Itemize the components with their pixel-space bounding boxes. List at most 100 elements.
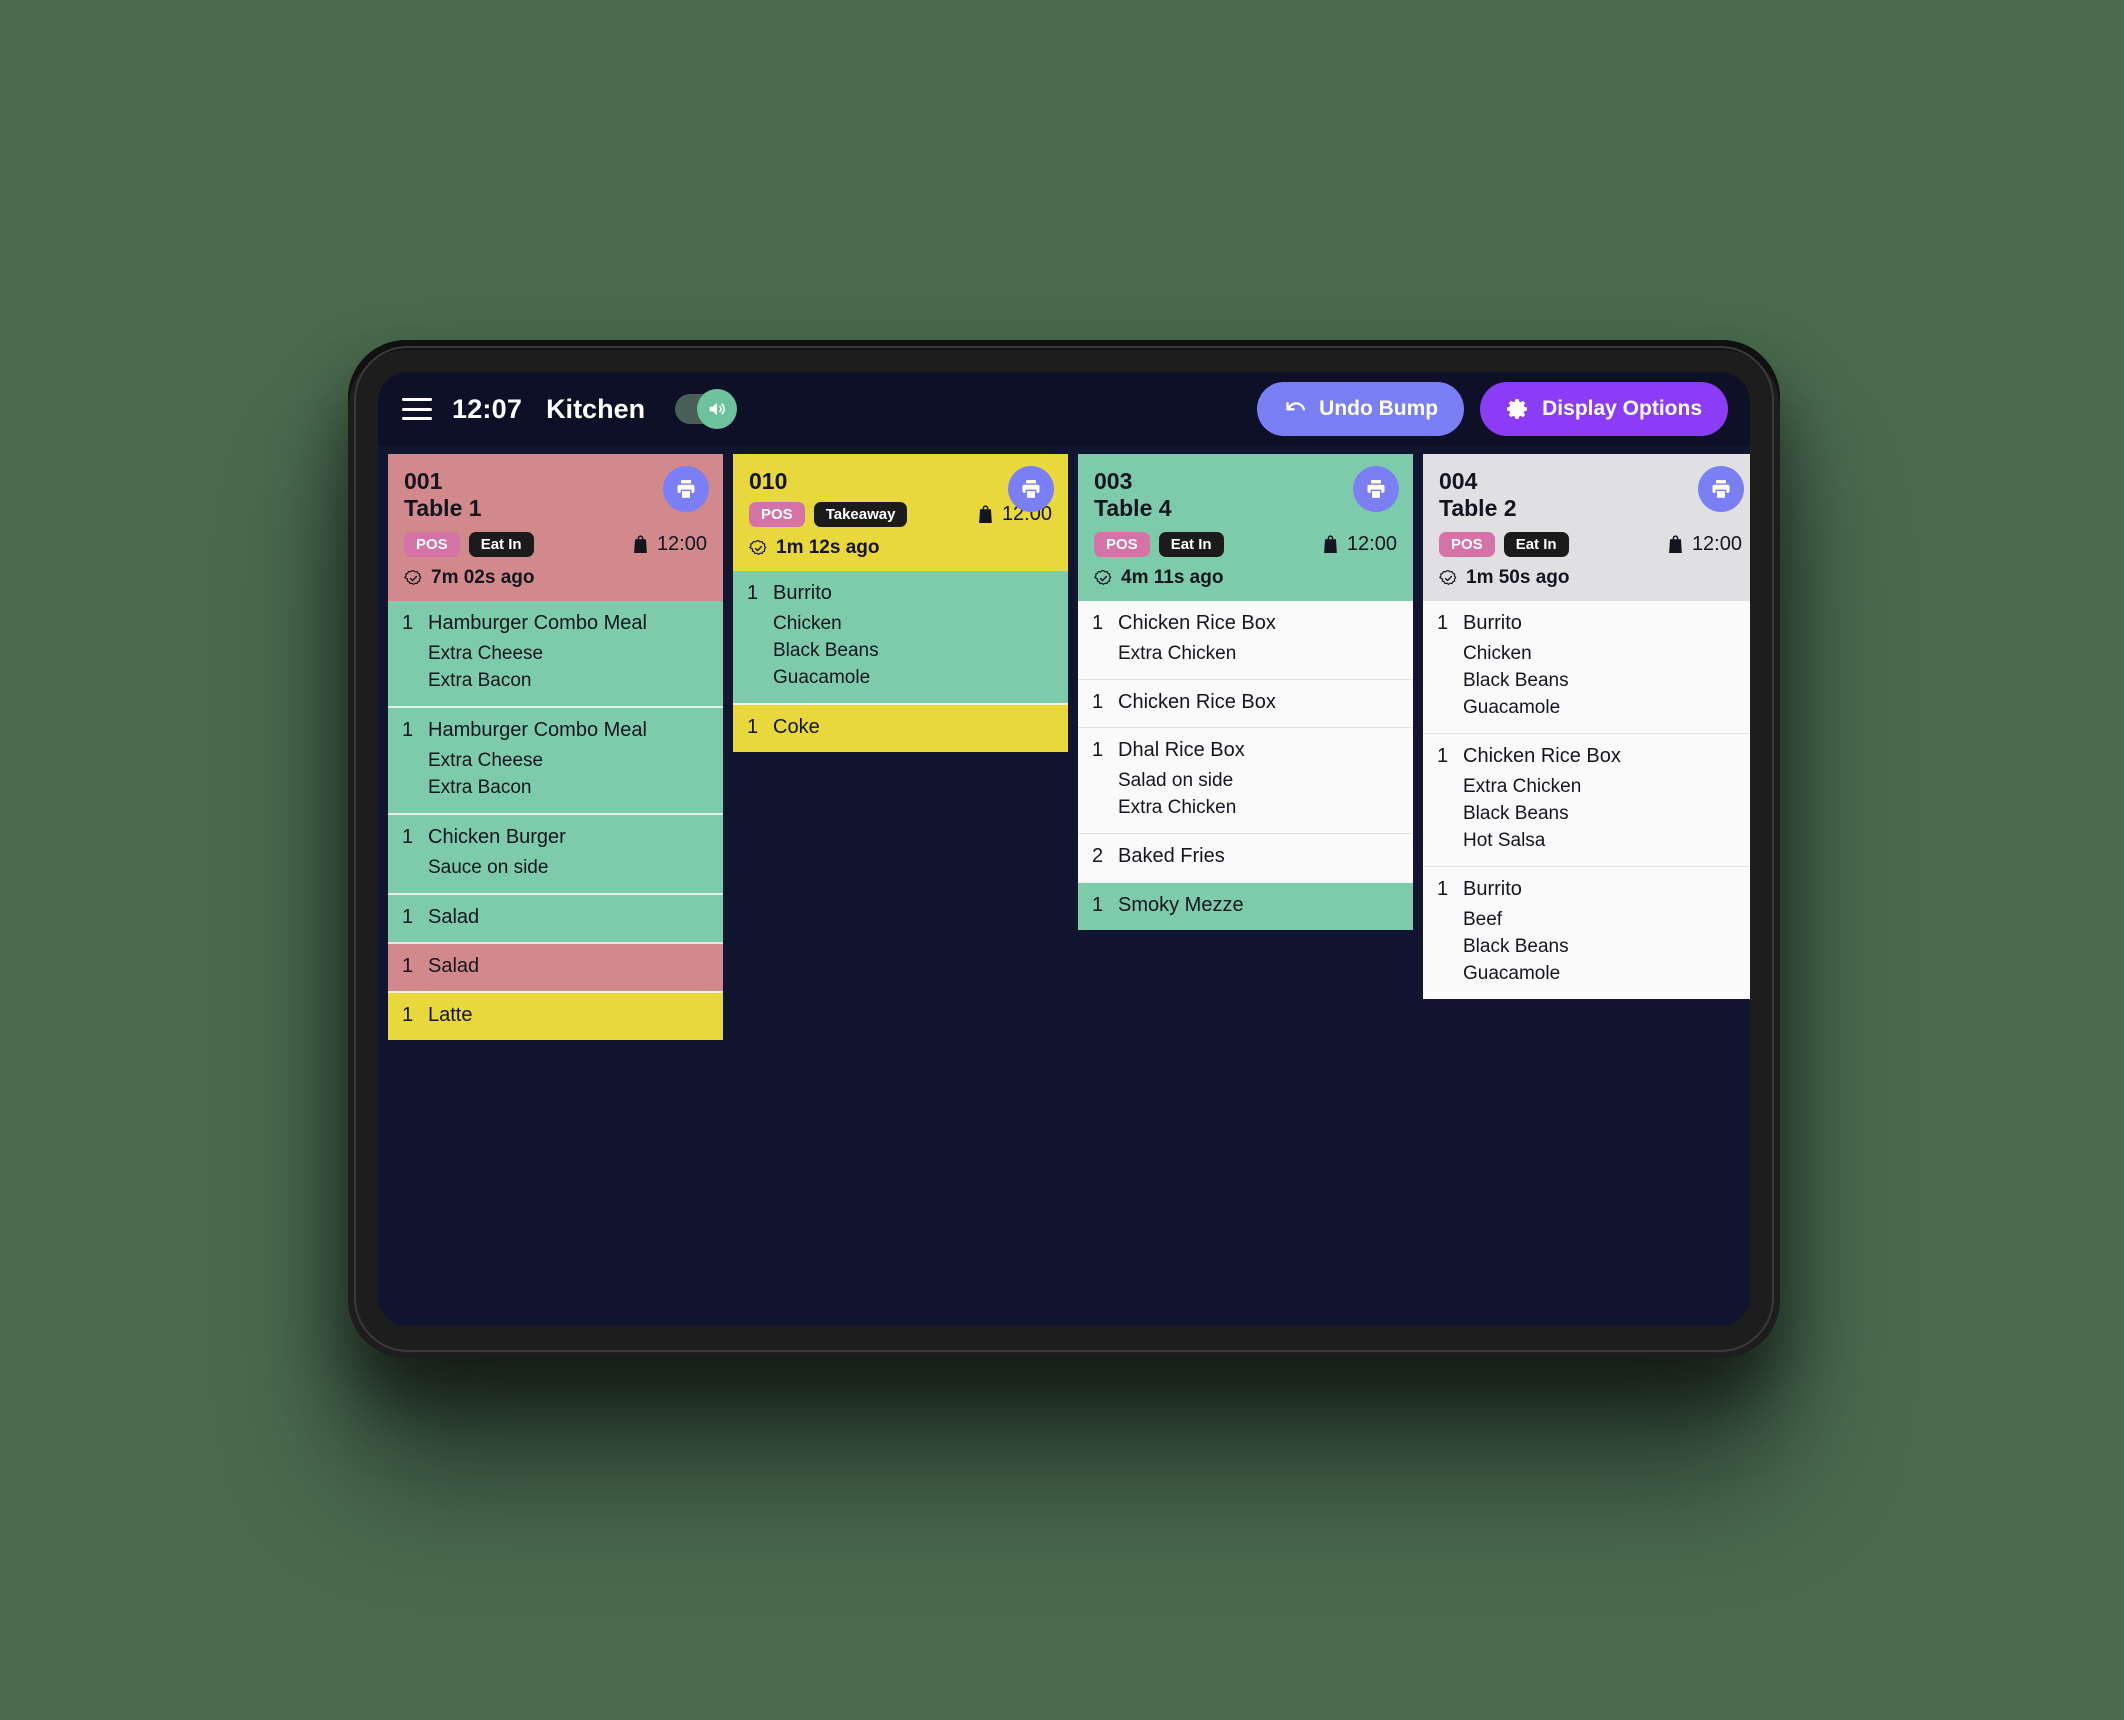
bag-icon (1669, 535, 1682, 554)
order-item-modifier: Salad on side (1118, 770, 1234, 792)
display-options-button[interactable]: Display Options (1480, 382, 1728, 436)
elapsed-seal-icon (1439, 569, 1457, 585)
order-item-qty: 1 (402, 906, 414, 929)
order-item-modifier: Guacamole (1463, 963, 1561, 985)
print-order-button[interactable] (1698, 466, 1744, 512)
order-elapsed-time: 1m 12s ago (749, 537, 1052, 559)
bag-icon (979, 505, 992, 524)
order-item[interactable]: 2 Baked Fries (1078, 833, 1413, 882)
order-item-modifier: Black Beans (1463, 936, 1569, 958)
undo-bump-button[interactable]: Undo Bump (1257, 382, 1465, 436)
order-item-name: Burrito (1463, 878, 1522, 901)
order-item-modifier: Extra Chicken (1118, 643, 1237, 665)
order-item[interactable]: 1 Chicken Rice Box Extra Chicken Black Bean… (1423, 733, 1750, 867)
order-item-modifier: Guacamole (1463, 697, 1561, 719)
order-item-modifier: Guacamole (773, 667, 871, 689)
order-elapsed-label: 1m 12s ago (776, 537, 880, 559)
order-elapsed-time: 1m 50s ago (1439, 567, 1742, 589)
menu-icon[interactable] (402, 398, 432, 420)
elapsed-seal-icon (1094, 569, 1112, 585)
order-item[interactable]: 1 Coke (733, 703, 1068, 753)
order-item-main: 1 Chicken Rice Box (1092, 612, 1399, 635)
order-item-name: Burrito (773, 582, 832, 605)
order-item-modifiers: Extra Cheese Extra Bacon (428, 639, 709, 693)
order-elapsed-label: 1m 50s ago (1466, 567, 1570, 589)
order-item-modifier: Extra Bacon (428, 670, 532, 692)
order-item-modifier: Extra Cheese (428, 750, 544, 772)
order-item-modifier: Extra Chicken (1463, 776, 1582, 798)
order-card[interactable]: 003 Table 4 POS Eat In 12:00 4m 11s ago 1 Chick… (1078, 454, 1413, 931)
sound-toggle[interactable] (675, 389, 738, 429)
order-item[interactable]: 1 Chicken Rice Box Extra Chicken (1078, 601, 1413, 680)
order-item-list: 1 Hamburger Combo Meal Extra Cheese Extra B… (388, 601, 723, 1041)
order-item-qty: 1 (402, 1004, 414, 1027)
order-item-name: Coke (773, 716, 820, 739)
order-item-qty: 1 (402, 826, 414, 849)
order-source-badge: POS (404, 532, 460, 558)
display-options-label: Display Options (1542, 397, 1702, 420)
order-item[interactable]: 1 Burrito Chicken Black Beans Guacamole (1423, 601, 1750, 734)
order-badge-row: POS Takeaway 12:00 (749, 502, 1052, 528)
print-order-button[interactable] (663, 466, 709, 512)
order-item-main: 1 Burrito (747, 582, 1054, 605)
order-item[interactable]: 1 Hamburger Combo Meal Extra Cheese Extra B… (388, 601, 723, 707)
order-type-badge: Eat In (1158, 532, 1224, 558)
order-due-time-label: 12:00 (1691, 533, 1742, 556)
print-order-button[interactable] (1008, 466, 1054, 512)
order-item-name: Chicken Rice Box (1118, 612, 1276, 635)
order-item-modifiers: Sauce on side (428, 853, 709, 880)
order-item-main: 1 Hamburger Combo Meal (402, 719, 709, 742)
order-item[interactable]: 1 Burrito Beef Black Beans Guacamole (1423, 866, 1750, 1000)
order-item-modifier: Hot Salsa (1463, 830, 1546, 852)
order-item[interactable]: 1 Dhal Rice Box Salad on side Extra Chicken (1078, 727, 1413, 834)
menu-icon-line (402, 417, 432, 420)
order-item-main: 1 Chicken Rice Box (1437, 745, 1744, 768)
order-item[interactable]: 1 Burrito Chicken Black Beans Guacamole (733, 571, 1068, 704)
order-header: 010 POS Takeaway 12:00 1m 12s ago (733, 454, 1068, 572)
order-item-list: 1 Burrito Chicken Black Beans Guacamole 1 Chic… (1423, 601, 1750, 1000)
order-item-qty: 1 (1437, 612, 1449, 635)
order-due-time-label: 12:00 (1346, 533, 1397, 556)
order-card[interactable]: 004 Table 2 POS Eat In 12:00 1m 50s ago 1 Burri… (1423, 454, 1750, 1000)
order-item-modifier: Black Beans (1463, 670, 1569, 692)
order-item-name: Baked Fries (1118, 845, 1225, 868)
order-item-name: Chicken Rice Box (1463, 745, 1621, 768)
order-item-name: Salad (428, 955, 480, 978)
order-item-main: 1 Hamburger Combo Meal (402, 612, 709, 635)
order-source-badge: POS (1094, 532, 1150, 558)
order-item-modifiers: Beef Black Beans Guacamole (1463, 905, 1744, 986)
order-item[interactable]: 1 Salad (388, 942, 723, 992)
order-item-name: Smoky Mezze (1118, 894, 1244, 917)
order-type-badge: Eat In (468, 532, 534, 558)
undo-icon (1286, 402, 1306, 411)
elapsed-seal-icon (404, 569, 422, 585)
order-item-main: 1 Coke (747, 716, 1054, 739)
order-header: 001 Table 1 POS Eat In 12:00 7m 02s ago (388, 454, 723, 602)
order-item[interactable]: 1 Hamburger Combo Meal Extra Cheese Extra B… (388, 706, 723, 814)
menu-icon-line (402, 407, 432, 411)
order-elapsed-label: 7m 02s ago (431, 567, 535, 589)
printer-icon (1022, 480, 1040, 498)
print-order-button[interactable] (1353, 466, 1399, 512)
order-item-modifier: Black Beans (1463, 803, 1569, 825)
tablet-device: 12:07 Kitchen Undo Bump Display Options … (348, 340, 1780, 1358)
order-header: 003 Table 4 POS Eat In 12:00 4m 11s ago (1078, 454, 1413, 602)
order-item-name: Chicken Burger (428, 826, 566, 849)
order-item[interactable]: 1 Latte (388, 991, 723, 1041)
order-card[interactable]: 010 POS Takeaway 12:00 1m 12s ago 1 Burrito Chi… (733, 454, 1068, 753)
order-item-qty: 1 (402, 612, 414, 635)
order-card[interactable]: 001 Table 1 POS Eat In 12:00 7m 02s ago 1 Hambu… (388, 454, 723, 1041)
order-elapsed-label: 4m 11s ago (1121, 567, 1224, 589)
order-elapsed-time: 4m 11s ago (1094, 567, 1397, 589)
order-item-modifiers: Chicken Black Beans Guacamole (773, 609, 1054, 690)
order-item-main: 1 Salad (402, 955, 709, 978)
order-item-modifier: Extra Cheese (428, 643, 544, 665)
gear-icon (1507, 399, 1528, 419)
order-item-modifier: Chicken (773, 613, 842, 635)
order-item[interactable]: 1 Salad (388, 893, 723, 943)
order-item[interactable]: 1 Chicken Rice Box (1078, 679, 1413, 728)
order-item[interactable]: 1 Chicken Burger Sauce on side (388, 813, 723, 894)
order-item-name: Hamburger Combo Meal (428, 612, 647, 635)
menu-icon-line (402, 398, 432, 401)
order-item[interactable]: 1 Smoky Mezze (1078, 881, 1413, 931)
